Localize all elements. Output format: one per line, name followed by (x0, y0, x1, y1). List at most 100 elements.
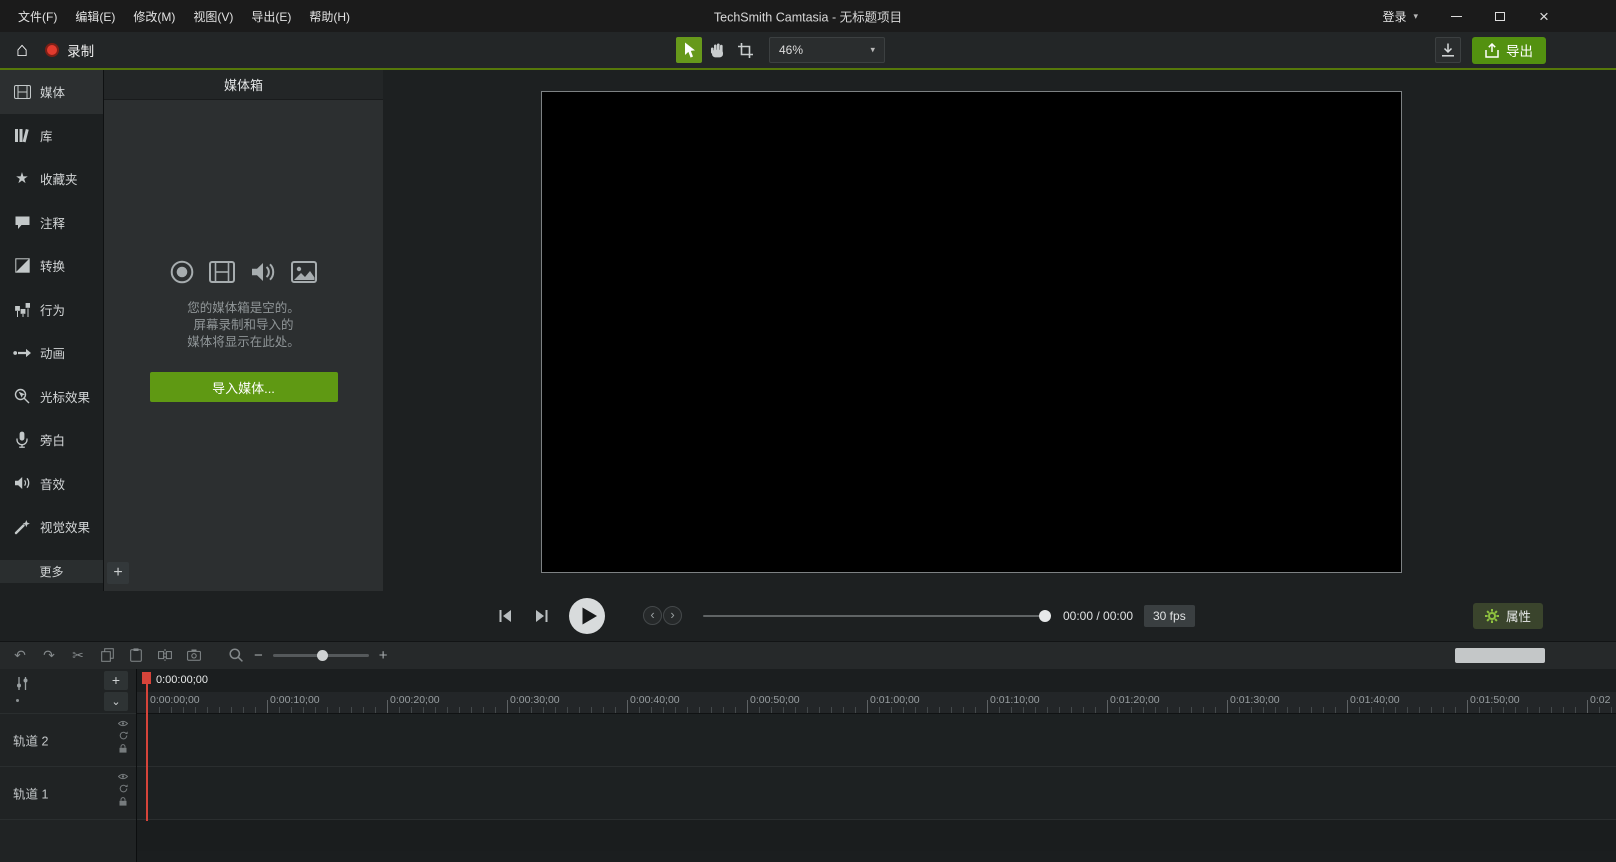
ruler-label: 0:00:50;00 (750, 694, 800, 706)
jump-forward-button[interactable]: › (663, 606, 682, 625)
playhead[interactable] (146, 672, 148, 821)
sidebar-item-library[interactable]: 库 (0, 114, 103, 158)
sidebar-item-label: 行为 (40, 300, 65, 319)
timeline: + ⌄ 轨道 2 轨道 1 (0, 669, 1616, 862)
sidebar-item-label: 光标效果 (40, 387, 90, 406)
camtasia-window: 文件(F) 编辑(E) 修改(M) 视图(V) 导出(E) 帮助(H) Tech… (0, 0, 1616, 862)
home-icon[interactable]: ⌂ (16, 40, 28, 60)
sidebar-more-button[interactable]: 更多 (0, 560, 103, 583)
library-icon (13, 128, 31, 143)
track-header[interactable]: 轨道 2 (0, 714, 136, 767)
microphone-icon (13, 431, 31, 448)
sidebar-item-annotations[interactable]: 注释 (0, 201, 103, 245)
track-lane[interactable] (137, 714, 1616, 767)
next-frame-button[interactable] (533, 607, 551, 625)
redo-button[interactable]: ↷ (41, 647, 57, 663)
cut-button[interactable]: ✂ (70, 647, 86, 663)
track-toggle-icons (118, 773, 128, 806)
chevron-right-icon: › (670, 608, 674, 621)
sidebar-item-favorites[interactable]: ★ 收藏夹 (0, 157, 103, 201)
canvas-area (383, 70, 1616, 591)
collapse-tracks-button[interactable]: ⌄ (104, 692, 128, 711)
previous-frame-button[interactable] (496, 607, 514, 625)
record-circle-icon (170, 260, 194, 284)
loop-icon[interactable] (119, 731, 128, 740)
sign-in-button[interactable]: 登录 ▾ (1366, 0, 1434, 32)
eye-icon[interactable] (118, 720, 128, 727)
timeline-ruler[interactable]: 0:00:00;00 0:00:10;00 0:00:20;00 0:00:30… (137, 692, 1616, 714)
cursor-tool-button[interactable] (676, 37, 702, 63)
seek-slider-thumb[interactable] (1039, 610, 1051, 622)
eye-icon[interactable] (118, 773, 128, 780)
ruler-label: 0:00:10;00 (270, 694, 320, 706)
timeline-zoom-slider[interactable] (273, 654, 369, 657)
loop-icon[interactable] (119, 784, 128, 793)
close-button[interactable]: × (1522, 0, 1566, 32)
minimize-button[interactable] (1434, 0, 1478, 32)
media-icon (13, 85, 31, 99)
properties-button[interactable]: 属性 (1473, 603, 1543, 629)
callout-icon (13, 215, 31, 230)
sidebar-item-animations[interactable]: 动画 (0, 331, 103, 375)
sidebar-item-behaviors[interactable]: 行为 (0, 288, 103, 332)
playhead-handle[interactable] (142, 672, 151, 684)
undo-button[interactable]: ↶ (12, 647, 28, 663)
sidebar-item-visual-effects[interactable]: 视觉效果 (0, 505, 103, 549)
menu-view[interactable]: 视图(V) (185, 4, 241, 29)
sidebar-item-media[interactable]: 媒体 (0, 70, 103, 114)
crop-tool-button[interactable] (732, 37, 758, 63)
screenshot-button[interactable] (186, 647, 202, 663)
track-header[interactable]: 轨道 1 (0, 767, 136, 820)
ruler-label: 0:02 (1590, 694, 1610, 706)
timeline-zoom-slider-thumb[interactable] (317, 650, 328, 661)
lock-icon[interactable] (119, 797, 127, 806)
zoom-out-button[interactable]: − (254, 648, 263, 663)
sidebar-item-cursor-effects[interactable]: 光标效果 (0, 375, 103, 419)
sidebar-item-transitions[interactable]: 转换 (0, 244, 103, 288)
sidebar-item-voice-narration[interactable]: 旁白 (0, 418, 103, 462)
copy-button[interactable] (99, 647, 115, 663)
transitions-icon (13, 258, 31, 273)
import-media-button[interactable]: 导入媒体... (150, 372, 338, 402)
menu-edit[interactable]: 编辑(E) (67, 4, 123, 29)
zoom-dropdown[interactable]: 46% ▾ (769, 37, 885, 63)
paste-button[interactable] (128, 647, 144, 663)
pan-tool-button[interactable] (704, 37, 730, 63)
record-button[interactable]: 录制 (45, 40, 94, 60)
ruler-label: 0:00:20;00 (390, 694, 440, 706)
add-track-button[interactable]: + (104, 671, 128, 690)
canvas-tools: 46% ▾ (676, 37, 885, 63)
menu-modify[interactable]: 修改(M) (125, 4, 183, 29)
split-button[interactable] (157, 647, 173, 663)
maximize-button[interactable] (1478, 0, 1522, 32)
sidebar-item-audio-effects[interactable]: 音效 (0, 462, 103, 506)
close-icon: × (1539, 8, 1549, 25)
menu-file[interactable]: 文件(F) (10, 4, 65, 29)
audio-mixer-icon[interactable] (15, 676, 30, 691)
export-button[interactable]: 导出 (1472, 37, 1546, 64)
ruler-label: 0:01:30;00 (1230, 694, 1280, 706)
seek-slider[interactable] (703, 615, 1051, 617)
lock-icon[interactable] (119, 744, 127, 753)
track-lane[interactable] (137, 767, 1616, 820)
jump-back-button[interactable]: ‹ (643, 606, 662, 625)
add-tool-button[interactable]: + (107, 562, 129, 584)
zoom-in-button[interactable]: + (379, 648, 388, 663)
menu-help[interactable]: 帮助(H) (301, 4, 358, 29)
download-button[interactable] (1435, 37, 1461, 63)
camera-icon (187, 649, 201, 661)
play-button[interactable] (568, 597, 606, 635)
download-icon (1441, 43, 1455, 57)
sidebar-item-label: 收藏夹 (40, 169, 78, 188)
preview-canvas[interactable] (541, 91, 1402, 573)
visual-effects-icon (13, 519, 31, 535)
menu-export[interactable]: 导出(E) (243, 4, 299, 29)
previous-frame-icon (498, 609, 512, 623)
paste-icon (130, 648, 142, 662)
ruler-label: 0:01:40;00 (1350, 694, 1400, 706)
chevron-left-icon: ‹ (650, 608, 654, 621)
copy-icon (101, 648, 114, 662)
gear-icon (1485, 609, 1499, 623)
timeline-scroll-minimap[interactable] (1455, 648, 1545, 663)
export-label: 导出 (1506, 40, 1533, 60)
